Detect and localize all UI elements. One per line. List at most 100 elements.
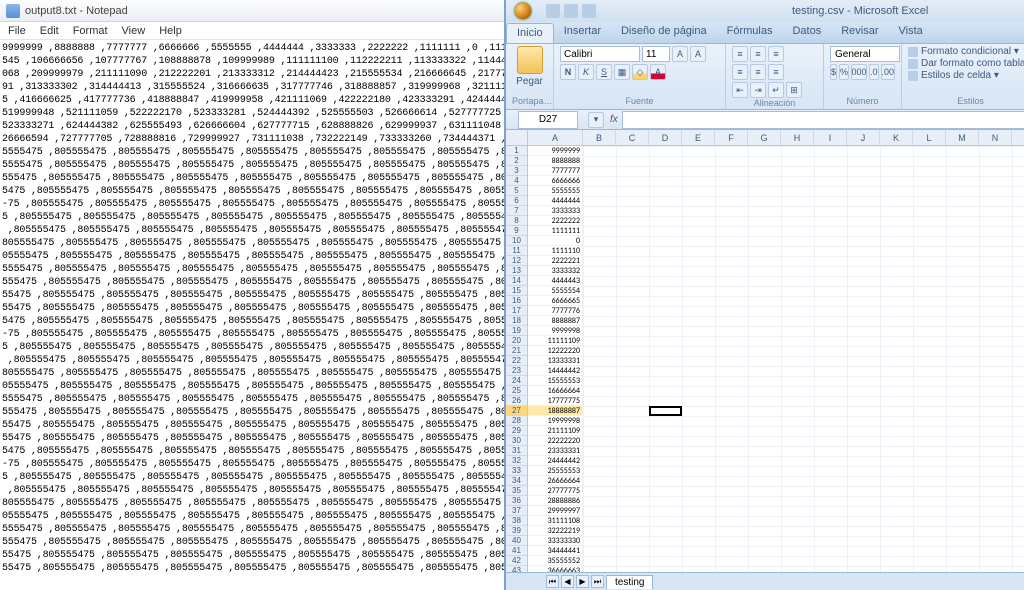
cell[interactable]: 35555552 — [528, 556, 583, 566]
cell[interactable]: 28888886 — [528, 496, 583, 506]
tab-formulas[interactable]: Fórmulas — [717, 22, 783, 43]
align-right-icon[interactable]: ≡ — [768, 64, 784, 80]
cell[interactable]: 13333331 — [528, 356, 583, 366]
row-header[interactable]: 7 — [506, 206, 527, 216]
row-header[interactable]: 19 — [506, 326, 527, 336]
cell[interactable]: 29999997 — [528, 506, 583, 516]
row-header[interactable]: 24 — [506, 376, 527, 386]
cell-styles-button[interactable]: Estilos de celda ▾ — [908, 70, 1024, 81]
column-header[interactable]: A — [528, 130, 583, 145]
row-header[interactable]: 5 — [506, 186, 527, 196]
font-name-select[interactable] — [560, 46, 640, 62]
currency-icon[interactable]: $ — [830, 64, 837, 80]
cell[interactable]: 8888888 — [528, 156, 583, 166]
notepad-titlebar[interactable]: output8.txt - Notepad — [0, 0, 504, 22]
row-header[interactable]: 32 — [506, 456, 527, 466]
row-header[interactable]: 11 — [506, 246, 527, 256]
percent-icon[interactable]: % — [839, 64, 849, 80]
font-color-button[interactable]: A — [650, 64, 666, 80]
redo-icon[interactable] — [582, 4, 596, 18]
cell[interactable]: 7777776 — [528, 306, 583, 316]
column-header[interactable]: H — [781, 130, 814, 145]
spreadsheet-grid[interactable]: 1234567891011121314151617181920212223242… — [506, 146, 1024, 572]
row-header[interactable]: 17 — [506, 306, 527, 316]
row-header[interactable]: 10 — [506, 236, 527, 246]
cell[interactable]: 34444441 — [528, 546, 583, 556]
row-header[interactable]: 23 — [506, 366, 527, 376]
cell[interactable]: 19999998 — [528, 416, 583, 426]
thousands-icon[interactable]: 000 — [851, 64, 867, 80]
cell[interactable]: 1111110 — [528, 246, 583, 256]
tab-revisar[interactable]: Revisar — [831, 22, 888, 43]
row-header[interactable]: 1 — [506, 146, 527, 156]
menu-format[interactable]: Format — [67, 24, 114, 38]
align-middle-icon[interactable]: ≡ — [750, 46, 766, 62]
cell[interactable]: 12222220 — [528, 346, 583, 356]
tab-inicio[interactable]: Inicio — [506, 23, 554, 43]
column-header[interactable]: E — [682, 130, 715, 145]
cell[interactable]: 21111109 — [528, 426, 583, 436]
column-header[interactable]: K — [880, 130, 913, 145]
cell[interactable]: 16666664 — [528, 386, 583, 396]
cell[interactable]: 3333333 — [528, 206, 583, 216]
merge-cells-icon[interactable]: ⊞ — [786, 82, 802, 98]
menu-view[interactable]: View — [116, 24, 152, 38]
row-header[interactable]: 14 — [506, 276, 527, 286]
font-size-select[interactable] — [642, 46, 670, 62]
row-header[interactable]: 4 — [506, 176, 527, 186]
italic-button[interactable]: K — [578, 64, 594, 80]
cell[interactable]: 31111108 — [528, 516, 583, 526]
menu-help[interactable]: Help — [153, 24, 188, 38]
menu-edit[interactable]: Edit — [34, 24, 65, 38]
row-header[interactable]: 18 — [506, 316, 527, 326]
sheet-nav-last-icon[interactable]: ⏭ — [591, 575, 604, 588]
sheet-nav-prev-icon[interactable]: ◀ — [561, 575, 574, 588]
cell[interactable]: 36666663 — [528, 566, 583, 572]
formula-bar[interactable] — [622, 111, 1024, 129]
name-box[interactable] — [518, 111, 578, 129]
row-header[interactable]: 28 — [506, 416, 527, 426]
paste-button[interactable]: Pegar — [512, 46, 547, 87]
number-format-select[interactable] — [830, 46, 900, 62]
cell[interactable]: 17777775 — [528, 396, 583, 406]
row-header[interactable]: 38 — [506, 516, 527, 526]
row-header[interactable]: 16 — [506, 296, 527, 306]
row-header[interactable]: 2 — [506, 156, 527, 166]
row-header[interactable]: 15 — [506, 286, 527, 296]
row-header[interactable]: 27 — [506, 406, 527, 416]
column-header[interactable]: B — [583, 130, 616, 145]
cell[interactable]: 22222220 — [528, 436, 583, 446]
row-header[interactable]: 34 — [506, 476, 527, 486]
row-header[interactable]: 29 — [506, 426, 527, 436]
tab-insertar[interactable]: Insertar — [554, 22, 611, 43]
cell[interactable]: 24444442 — [528, 456, 583, 466]
grow-font-icon[interactable]: A — [672, 46, 688, 62]
cell[interactable]: 1111111 — [528, 226, 583, 236]
cell[interactable]: 23333331 — [528, 446, 583, 456]
underline-button[interactable]: S — [596, 64, 612, 80]
tab-datos[interactable]: Datos — [782, 22, 831, 43]
cell[interactable]: 15555553 — [528, 376, 583, 386]
cell[interactable]: 4444444 — [528, 196, 583, 206]
row-header[interactable]: 41 — [506, 546, 527, 556]
sheet-tab-testing[interactable]: testing — [606, 575, 653, 589]
notepad-text-area[interactable]: 9999999 ,8888888 ,7777777 ,6666666 ,5555… — [0, 40, 504, 590]
cell[interactable]: 27777775 — [528, 486, 583, 496]
cell[interactable]: 25555553 — [528, 466, 583, 476]
row-header[interactable]: 8 — [506, 216, 527, 226]
cell[interactable]: 5555554 — [528, 286, 583, 296]
row-header[interactable]: 30 — [506, 436, 527, 446]
cell[interactable]: 26666664 — [528, 476, 583, 486]
office-button[interactable] — [506, 0, 540, 22]
cell[interactable]: 6666666 — [528, 176, 583, 186]
border-button[interactable]: ▦ — [614, 64, 630, 80]
row-header[interactable]: 43 — [506, 566, 527, 572]
menu-file[interactable]: File — [2, 24, 32, 38]
cell[interactable]: 7777777 — [528, 166, 583, 176]
cell[interactable]: 6666665 — [528, 296, 583, 306]
sheet-nav-next-icon[interactable]: ▶ — [576, 575, 589, 588]
sheet-nav-first-icon[interactable]: ⏮ — [546, 575, 559, 588]
cell[interactable]: 14444442 — [528, 366, 583, 376]
tab-diseno[interactable]: Diseño de página — [611, 22, 717, 43]
column-header[interactable]: L — [913, 130, 946, 145]
